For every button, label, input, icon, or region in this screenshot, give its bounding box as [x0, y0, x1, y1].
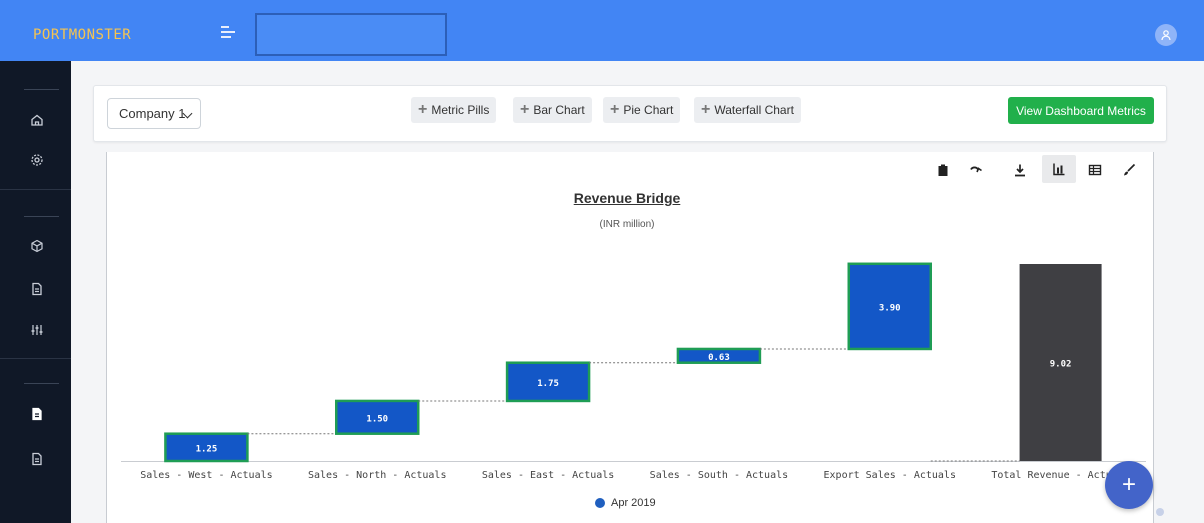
- add-waterfall-chart-button[interactable]: + Waterfall Chart: [694, 97, 801, 123]
- chart-title: Revenue Bridge: [573, 190, 681, 206]
- gear-icon[interactable]: [30, 153, 44, 167]
- add-pie-chart-button[interactable]: + Pie Chart: [603, 97, 681, 123]
- add-bar-chart-button[interactable]: + Bar Chart: [513, 97, 592, 123]
- home-icon[interactable]: [30, 113, 44, 127]
- redo-icon[interactable]: [962, 157, 988, 183]
- plus-icon: +: [418, 101, 428, 118]
- file-icon[interactable]: [30, 452, 44, 466]
- user-avatar[interactable]: [1155, 24, 1177, 46]
- clipboard-icon[interactable]: [930, 157, 956, 183]
- sidebar-divider: [24, 216, 59, 217]
- legend-swatch: [595, 498, 605, 508]
- table-icon[interactable]: [1082, 157, 1108, 183]
- chart-subtitle: (INR million): [599, 219, 655, 230]
- add-metric-pills-button[interactable]: + Metric Pills: [411, 97, 497, 123]
- sidebar-divider: [24, 89, 59, 90]
- document-icon[interactable]: [30, 282, 44, 296]
- sidebar-divider: [24, 383, 59, 384]
- chart-legend[interactable]: Apr 2019: [595, 497, 656, 509]
- plus-icon: +: [701, 101, 711, 118]
- sliders-icon[interactable]: [30, 323, 44, 337]
- bar-chart-icon[interactable]: [1042, 155, 1076, 183]
- company-select[interactable]: Company 1: [107, 98, 201, 129]
- app-logo[interactable]: PORTMONSTER: [33, 27, 131, 43]
- plus-icon: +: [610, 101, 620, 118]
- user-icon: [1161, 30, 1171, 41]
- cube-icon[interactable]: [30, 239, 44, 253]
- header-search-input[interactable]: [255, 13, 447, 56]
- dashboard-toolbar: Company 1 + Metric Pills + Bar Chart + Pie …: [93, 85, 1167, 142]
- company-select-value: Company 1: [119, 106, 186, 121]
- brush-icon[interactable]: [1116, 157, 1142, 183]
- download-icon[interactable]: [1007, 157, 1033, 183]
- menu-toggle-icon[interactable]: [221, 26, 235, 38]
- sidebar: [0, 61, 71, 523]
- view-dashboard-metrics-button[interactable]: View Dashboard Metrics: [1008, 97, 1154, 124]
- top-bar: PORTMONSTER: [0, 0, 1204, 61]
- legend-label: Apr 2019: [611, 497, 656, 509]
- plus-icon: +: [1121, 471, 1136, 498]
- plus-icon: +: [520, 101, 530, 118]
- chart-card: [106, 152, 1154, 523]
- file-icon[interactable]: [30, 407, 44, 421]
- scroll-indicator[interactable]: [1156, 508, 1164, 516]
- add-widget-fab[interactable]: +: [1105, 461, 1153, 509]
